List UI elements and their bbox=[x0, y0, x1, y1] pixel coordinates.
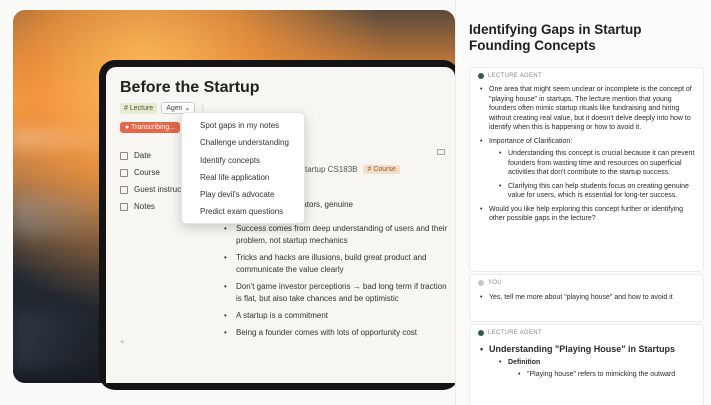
chat-title: Identifying Gaps in Startup Founding Con… bbox=[469, 22, 642, 53]
list-item: Understanding this concept is crucial be… bbox=[499, 149, 700, 178]
transcribing-button[interactable]: ● Transcribing... bbox=[120, 122, 181, 133]
people-icon bbox=[120, 185, 128, 194]
role-label: LECTURE AGENT bbox=[488, 73, 542, 79]
role-label: YOU bbox=[488, 280, 502, 286]
menu-item-spot-gaps[interactable]: Spot gaps in my notes bbox=[182, 117, 304, 134]
message-role: LECTURE AGENT bbox=[478, 330, 542, 336]
property-guest-instructor[interactable]: Guest instruc bbox=[120, 181, 181, 198]
sub-list: "Playing house" refers to mimicking the … bbox=[508, 370, 700, 380]
list-item: Being a founder comes with lots of oppor… bbox=[224, 327, 454, 339]
property-notes[interactable]: Notes bbox=[120, 198, 181, 215]
page-title: Before the Startup bbox=[120, 79, 260, 96]
sidebar-toggle-icon[interactable] bbox=[437, 149, 445, 155]
list-item: Clarifying this can help students focus … bbox=[499, 182, 700, 201]
notes-icon bbox=[120, 202, 128, 211]
property-label: Date bbox=[134, 151, 151, 160]
more-icon[interactable]: ⋮ bbox=[199, 104, 206, 112]
list-item: One area that might seem unclear or inco… bbox=[480, 85, 700, 133]
lecture-tag[interactable]: # Lecture bbox=[120, 102, 158, 114]
list-item: Would you like help exploring this conce… bbox=[480, 205, 700, 224]
course-tag[interactable]: # Course bbox=[363, 165, 400, 174]
agent-message: LECTURE AGENT Understanding "Playing Hou… bbox=[469, 324, 704, 405]
course-code: startup CS183B bbox=[301, 165, 358, 174]
light-streak bbox=[13, 310, 103, 370]
agent-avatar-icon bbox=[478, 330, 484, 336]
add-block-icon[interactable]: + bbox=[120, 337, 125, 346]
list-item: A startup is a commitment bbox=[224, 310, 454, 322]
message-heading: Understanding "Playing House" in Startup… bbox=[489, 344, 676, 354]
property-label: Course bbox=[134, 168, 160, 177]
list-item: Don't game investor perceptions → bad lo… bbox=[224, 281, 454, 305]
property-label: Notes bbox=[134, 202, 155, 211]
agent-avatar-icon bbox=[478, 73, 484, 79]
message-body: Yes, tell me more about "playing house" … bbox=[480, 293, 700, 307]
course-icon bbox=[120, 168, 128, 177]
menu-item-real-life[interactable]: Real life application bbox=[182, 169, 304, 186]
page: Before the Startup # Lecture Agen ⌄ ⋮ ● … bbox=[0, 0, 711, 405]
list-item: Understanding "Playing House" in Startup… bbox=[480, 344, 700, 380]
list-item-text: Importance of Clarification: bbox=[489, 137, 573, 145]
chat-panel: Identifying Gaps in Startup Founding Con… bbox=[455, 0, 711, 405]
list-item: Importance of Clarification: Understandi… bbox=[480, 137, 700, 201]
user-message: YOU Yes, tell me more about "playing hou… bbox=[469, 274, 704, 322]
properties-list: Date Course Guest instruc Notes bbox=[120, 147, 181, 215]
menu-item-challenge[interactable]: Challenge understanding bbox=[182, 134, 304, 151]
menu-item-identify-concepts[interactable]: Identify concepts bbox=[182, 152, 304, 169]
list-item: Definition "Playing house" refers to mim… bbox=[499, 358, 700, 380]
message-body: One area that might seem unclear or inco… bbox=[480, 85, 700, 228]
menu-item-predict-exam[interactable]: Predict exam questions bbox=[182, 203, 304, 220]
agent-menu: Spot gaps in my notes Challenge understa… bbox=[181, 112, 305, 224]
sub-list: Definition "Playing house" refers to mim… bbox=[489, 358, 700, 380]
light-streak bbox=[13, 195, 113, 235]
list-item-text: Definition bbox=[508, 358, 541, 366]
notes-bullets: Success comes from deep understanding of… bbox=[224, 223, 454, 344]
list-item: "Playing house" refers to mimicking the … bbox=[518, 370, 700, 380]
property-label: Guest instruc bbox=[134, 185, 182, 194]
role-label: LECTURE AGENT bbox=[488, 330, 542, 336]
list-item: Success comes from deep understanding of… bbox=[224, 223, 454, 247]
user-avatar-icon bbox=[478, 280, 484, 286]
list-item: Yes, tell me more about "playing house" … bbox=[480, 293, 700, 303]
menu-item-devils-advocate[interactable]: Play devil's advocate bbox=[182, 186, 304, 203]
property-date[interactable]: Date bbox=[120, 147, 181, 164]
sub-list: Understanding this concept is crucial be… bbox=[489, 149, 700, 201]
course-value: startup CS183B # Course bbox=[301, 165, 400, 174]
agent-message: LECTURE AGENT One area that might seem u… bbox=[469, 67, 704, 272]
list-item: Tricks and hacks are illusions, build gr… bbox=[224, 252, 454, 276]
message-role: YOU bbox=[478, 280, 502, 286]
message-body: Understanding "Playing House" in Startup… bbox=[480, 344, 700, 384]
calendar-icon bbox=[120, 151, 128, 160]
message-role: LECTURE AGENT bbox=[478, 73, 542, 79]
property-course[interactable]: Course bbox=[120, 164, 181, 181]
